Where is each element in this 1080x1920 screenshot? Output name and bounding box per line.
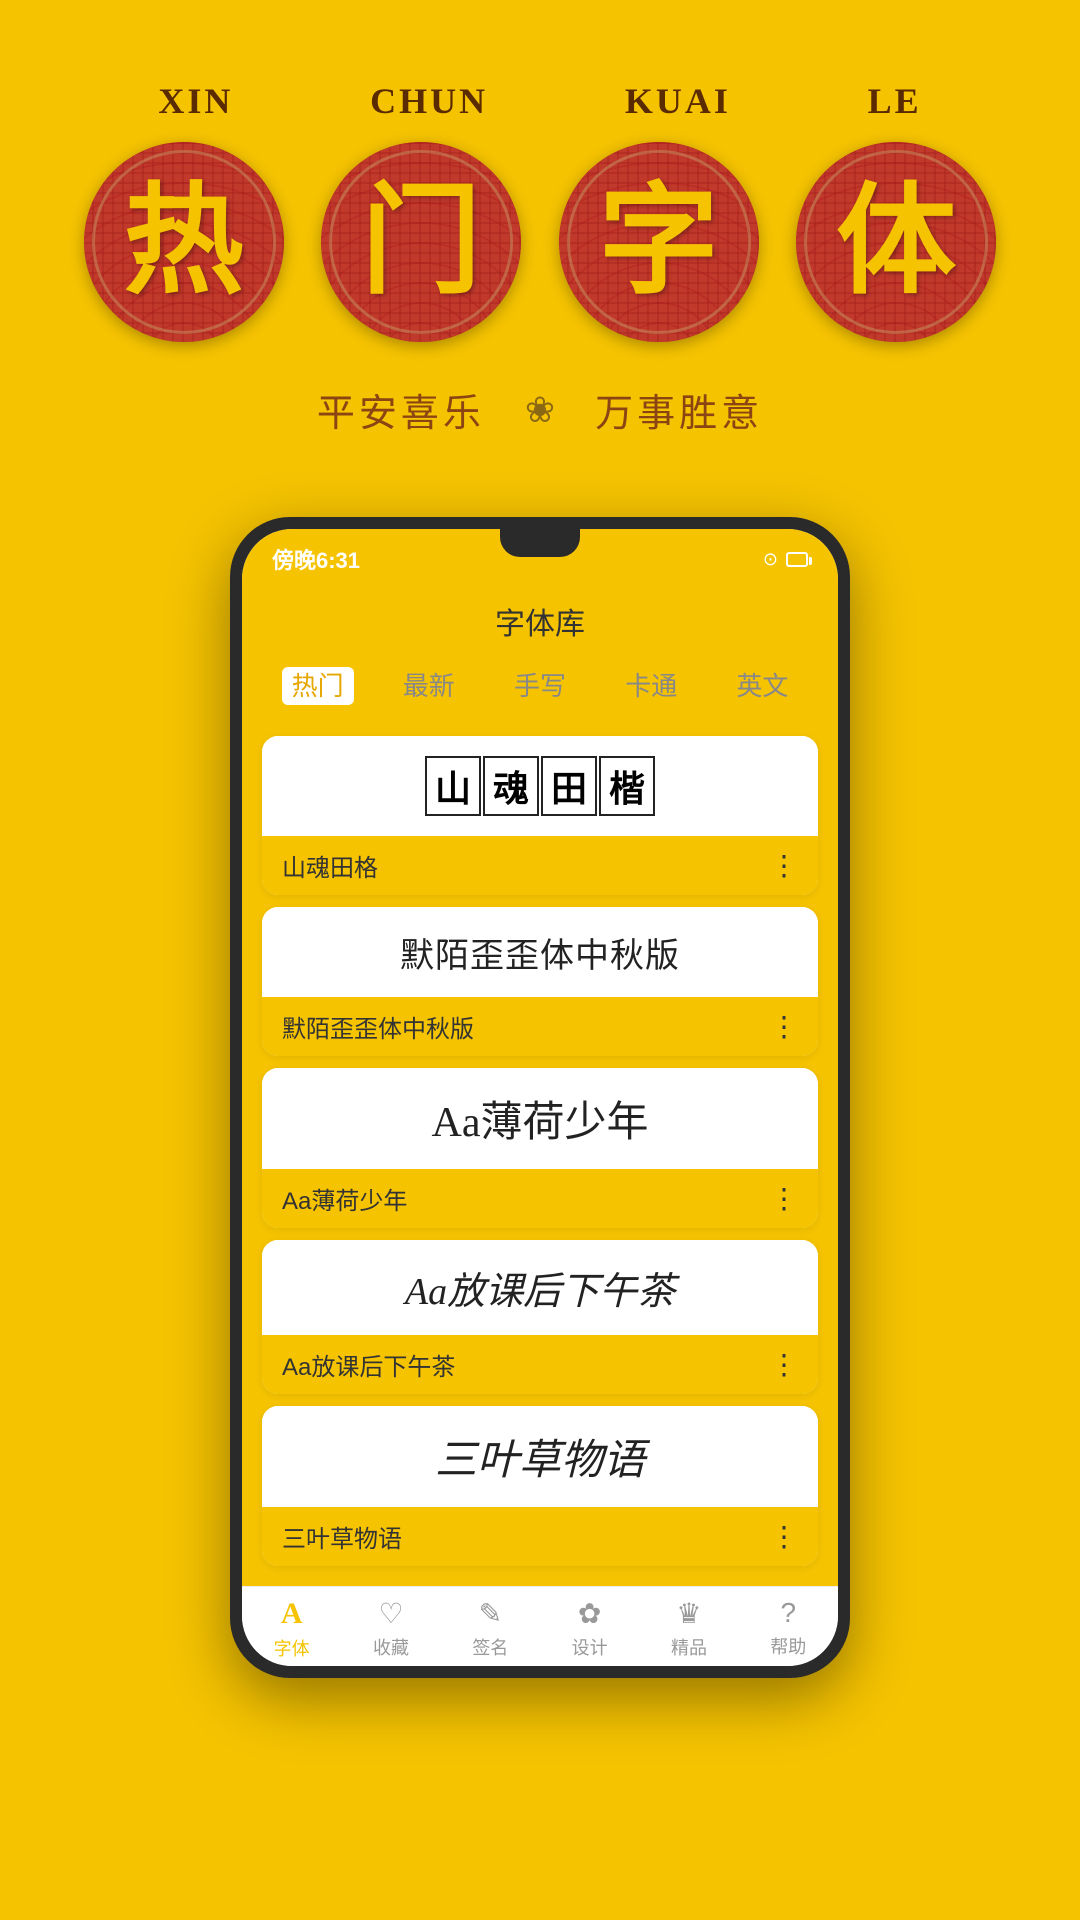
font-footer-1: 山魂田格 ⋮ bbox=[262, 836, 818, 895]
preview-text-4: Aa放课后下午茶 bbox=[405, 1260, 675, 1315]
tab-cartoon[interactable]: 卡通 bbox=[596, 658, 707, 711]
nav-design[interactable]: ✿ 设计 bbox=[540, 1597, 639, 1661]
tc-4: 楷 bbox=[599, 756, 655, 816]
tab-handwriting[interactable]: 手写 bbox=[484, 658, 595, 711]
status-icons: ⊙ bbox=[763, 549, 808, 570]
circle-ti: 体 bbox=[796, 142, 996, 342]
status-time: 傍晚6:31 bbox=[272, 543, 360, 575]
nav-label-design: 设计 bbox=[572, 1634, 608, 1660]
nav-icon-fonts: A bbox=[281, 1597, 303, 1631]
nav-label-fonts: 字体 bbox=[274, 1635, 310, 1661]
nav-help[interactable]: ? 帮助 bbox=[739, 1597, 838, 1661]
nav-label-favorites: 收藏 bbox=[373, 1634, 409, 1660]
bottom-nav: A 字体 ♡ 收藏 ✎ 签名 ✿ 设计 ♛ 精品 bbox=[242, 1586, 838, 1666]
circle-re: 热 bbox=[84, 142, 284, 342]
font-name-5: 三叶草物语 bbox=[282, 1519, 402, 1554]
label-le: LE bbox=[868, 80, 922, 122]
label-kuai: KUAI bbox=[625, 80, 731, 122]
preview-text-3: Aa薄荷少年 bbox=[432, 1088, 649, 1149]
battery-icon bbox=[786, 552, 808, 567]
font-card-1[interactable]: 山 魂 田 楷 山魂田格 ⋮ bbox=[262, 736, 818, 895]
subtitle-row: 平安喜乐 ❀ 万事胜意 bbox=[317, 382, 763, 437]
more-button-3[interactable]: ⋮ bbox=[770, 1182, 798, 1215]
font-list: 山 魂 田 楷 山魂田格 ⋮ 默陌歪歪体中秋版 bbox=[242, 726, 838, 1586]
font-preview-1: 山 魂 田 楷 bbox=[262, 736, 818, 836]
circle-men: 门 bbox=[321, 142, 521, 342]
nav-premium[interactable]: ♛ 精品 bbox=[639, 1597, 738, 1661]
phone-inner: 傍晚6:31 ⊙ 字体库 热门 最新 手写 bbox=[242, 529, 838, 1666]
nav-icon-signature: ✎ bbox=[479, 1597, 502, 1630]
preview-text-5: 三叶草物语 bbox=[435, 1426, 645, 1487]
phone-frame: 傍晚6:31 ⊙ 字体库 热门 最新 手写 bbox=[230, 517, 850, 1678]
top-section: XIN CHUN KUAI LE 热 门 字 体 平安喜乐 ❀ 万事胜意 bbox=[0, 0, 1080, 517]
lotus-icon: ❀ bbox=[525, 389, 555, 431]
label-chun: CHUN bbox=[370, 80, 488, 122]
app-header: 字体库 bbox=[242, 589, 838, 658]
font-footer-4: Aa放课后下午茶 ⋮ bbox=[262, 1335, 818, 1394]
more-button-2[interactable]: ⋮ bbox=[770, 1010, 798, 1043]
tab-new[interactable]: 最新 bbox=[373, 658, 484, 711]
nav-label-signature: 签名 bbox=[472, 1634, 508, 1660]
font-footer-5: 三叶草物语 ⋮ bbox=[262, 1507, 818, 1566]
subtitle-right: 万事胜意 bbox=[595, 382, 763, 437]
wifi-icon: ⊙ bbox=[763, 549, 778, 570]
circle-zi: 字 bbox=[559, 142, 759, 342]
nav-fonts[interactable]: A 字体 bbox=[242, 1597, 341, 1661]
tc-3: 田 bbox=[541, 756, 597, 816]
header-title: 字体库 bbox=[495, 608, 585, 641]
font-name-4: Aa放课后下午茶 bbox=[282, 1347, 455, 1382]
labels-row: XIN CHUN KUAI LE bbox=[90, 80, 990, 122]
tab-english[interactable]: 英文 bbox=[707, 658, 818, 711]
font-name-3: Aa薄荷少年 bbox=[282, 1181, 407, 1216]
tiange-box: 山 魂 田 楷 bbox=[425, 756, 655, 816]
nav-label-premium: 精品 bbox=[671, 1634, 707, 1660]
nav-icon-design: ✿ bbox=[578, 1597, 601, 1630]
status-bar: 傍晚6:31 ⊙ bbox=[242, 529, 838, 589]
notch bbox=[500, 529, 580, 557]
preview-text-2: 默陌歪歪体中秋版 bbox=[400, 928, 680, 977]
nav-label-help: 帮助 bbox=[770, 1633, 806, 1659]
label-xin: XIN bbox=[158, 80, 233, 122]
more-button-4[interactable]: ⋮ bbox=[770, 1348, 798, 1381]
tabs-row[interactable]: 热门 最新 手写 卡通 英文 bbox=[242, 658, 838, 726]
nav-favorites[interactable]: ♡ 收藏 bbox=[341, 1597, 440, 1661]
font-preview-2: 默陌歪歪体中秋版 bbox=[262, 907, 818, 997]
font-preview-4: Aa放课后下午茶 bbox=[262, 1240, 818, 1335]
circles-row: 热 门 字 体 bbox=[65, 142, 1015, 342]
font-footer-3: Aa薄荷少年 ⋮ bbox=[262, 1169, 818, 1228]
phone-wrapper: 傍晚6:31 ⊙ 字体库 热门 最新 手写 bbox=[0, 517, 1080, 1758]
tab-hot[interactable]: 热门 bbox=[262, 658, 373, 711]
nav-icon-premium: ♛ bbox=[676, 1597, 701, 1630]
tc-2: 魂 bbox=[483, 756, 539, 816]
nav-icon-favorites: ♡ bbox=[378, 1597, 403, 1630]
font-preview-3: Aa薄荷少年 bbox=[262, 1068, 818, 1169]
font-preview-5: 三叶草物语 bbox=[262, 1406, 818, 1507]
font-card-3[interactable]: Aa薄荷少年 Aa薄荷少年 ⋮ bbox=[262, 1068, 818, 1228]
tc-1: 山 bbox=[425, 756, 481, 816]
more-button-1[interactable]: ⋮ bbox=[770, 849, 798, 882]
nav-signature[interactable]: ✎ 签名 bbox=[441, 1597, 540, 1661]
font-card-5[interactable]: 三叶草物语 三叶草物语 ⋮ bbox=[262, 1406, 818, 1566]
nav-icon-help: ? bbox=[781, 1597, 797, 1629]
font-card-4[interactable]: Aa放课后下午茶 Aa放课后下午茶 ⋮ bbox=[262, 1240, 818, 1394]
more-button-5[interactable]: ⋮ bbox=[770, 1520, 798, 1553]
font-card-2[interactable]: 默陌歪歪体中秋版 默陌歪歪体中秋版 ⋮ bbox=[262, 907, 818, 1056]
font-footer-2: 默陌歪歪体中秋版 ⋮ bbox=[262, 997, 818, 1056]
font-name-2: 默陌歪歪体中秋版 bbox=[282, 1009, 474, 1044]
subtitle-left: 平安喜乐 bbox=[317, 382, 485, 437]
font-name-1: 山魂田格 bbox=[282, 848, 378, 883]
